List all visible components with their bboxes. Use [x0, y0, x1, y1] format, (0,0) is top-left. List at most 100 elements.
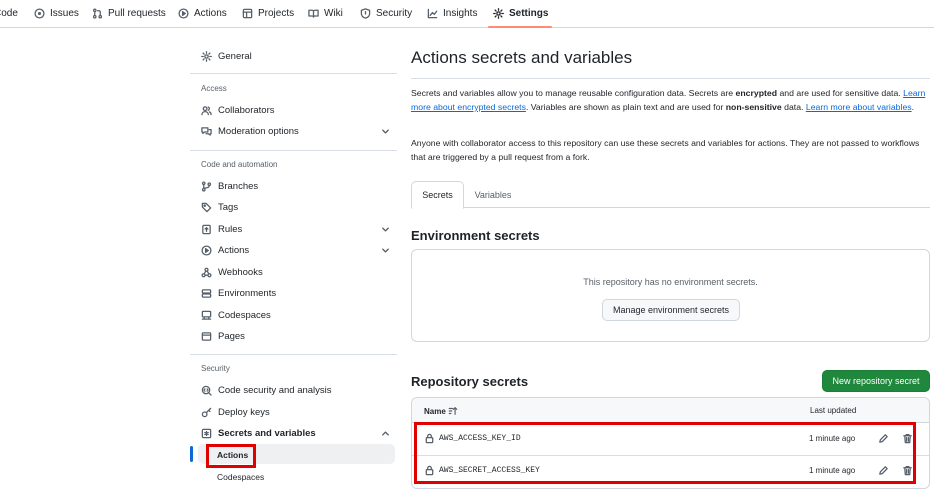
sidebar-divider	[190, 354, 397, 355]
sidebar-item-pages[interactable]: Pages	[201, 327, 391, 345]
sidebar-item-webhooks[interactable]: Webhooks	[201, 263, 391, 281]
column-header-last-updated: Last updated	[810, 406, 857, 415]
tab-secrets[interactable]: Secrets	[411, 181, 464, 209]
description-text: . Variables are shown as plain text and …	[525, 102, 726, 112]
sidebar-item-label: Code security and analysis	[218, 384, 332, 396]
sidebar-item-environments[interactable]: Environments	[201, 284, 391, 302]
tab-projects-label: Projects	[258, 8, 295, 19]
pull-request-icon	[91, 8, 103, 20]
new-repository-secret-button[interactable]: New repository secret	[822, 370, 930, 392]
gear-icon	[492, 8, 504, 20]
description: Secrets and variables allow you to manag…	[411, 86, 931, 114]
chevron-down-icon	[382, 227, 389, 232]
book-icon	[307, 8, 319, 20]
table-header: Name Last updated	[412, 398, 929, 423]
graph-icon	[426, 8, 438, 20]
title-divider	[411, 78, 930, 79]
column-header-name-label: Name	[424, 407, 446, 416]
server-icon	[201, 288, 212, 298]
sidebar-item-general[interactable]: General	[201, 47, 391, 65]
sidebar-item-label: Moderation options	[218, 125, 299, 137]
branch-icon	[201, 180, 212, 192]
tab-issues-label: Issues	[50, 8, 79, 19]
sidebar-item-label: Tags	[218, 201, 239, 213]
annotation-highlight-secrets	[414, 422, 916, 484]
repo-nav: Code Issues Pull requests Actions Projec…	[0, 0, 934, 28]
tab-pull-requests-label: Pull requests	[108, 8, 166, 19]
manage-environment-secrets-label: Manage environment secrets	[612, 305, 730, 315]
environment-secrets-panel: This repository has no environment secre…	[411, 249, 930, 342]
sidebar-item-branches[interactable]: Branches	[201, 177, 391, 195]
column-header-name[interactable]: Name	[424, 406, 458, 416]
sidebar-heading-access: Access	[201, 84, 227, 93]
sidebar-item-tags[interactable]: Tags	[201, 198, 391, 216]
sidebar-item-label: Pages	[218, 330, 245, 342]
play-icon	[177, 8, 189, 20]
sidebar-divider	[190, 150, 397, 151]
sidebar-item-label: Rules	[218, 223, 243, 235]
sidebar-item-label: Secrets and variables	[218, 427, 316, 439]
description-emphasis: encrypted	[735, 88, 778, 98]
new-repository-secret-label: New repository secret	[832, 376, 920, 386]
sidebar-item-codespaces[interactable]: Codespaces	[201, 306, 391, 324]
sidebar-active-indicator	[190, 446, 193, 462]
browser-icon	[201, 331, 212, 341]
sidebar-item-label: Codespaces	[218, 309, 271, 321]
comment-discussion-icon	[201, 126, 212, 136]
manage-environment-secrets-button[interactable]: Manage environment secrets	[602, 299, 740, 321]
tab-variables[interactable]: Variables	[464, 181, 522, 208]
chevron-down-icon	[382, 129, 389, 134]
tag-icon	[201, 202, 212, 212]
webhook-icon	[201, 267, 212, 277]
tab-variables-label: Variables	[474, 189, 512, 200]
tab-code-label: Code	[0, 8, 18, 19]
tab-pull-requests[interactable]: Pull requests	[91, 0, 166, 27]
sidebar-item-label: General	[218, 50, 252, 62]
tab-issues[interactable]: Issues	[33, 0, 79, 27]
sort-icon	[448, 407, 458, 415]
tab-projects[interactable]: Projects	[241, 0, 294, 27]
sidebar-item-deploy-keys[interactable]: Deploy keys	[201, 403, 391, 421]
shield-icon	[359, 8, 371, 20]
tab-actions[interactable]: Actions	[177, 0, 227, 27]
description-emphasis: non-sensitive	[725, 102, 782, 112]
key-icon	[201, 407, 212, 417]
sidebar-item-moderation[interactable]: Moderation options	[201, 122, 391, 140]
sidebar-heading-code-automation: Code and automation	[201, 160, 278, 169]
sidebar-divider	[190, 73, 397, 74]
sidebar-item-collaborators[interactable]: Collaborators	[201, 101, 391, 119]
environment-secrets-heading: Environment secrets	[411, 228, 540, 243]
people-icon	[201, 105, 212, 115]
chevron-down-icon	[382, 248, 389, 253]
description-text: data.	[781, 102, 806, 112]
tab-secrets-label: Secrets	[422, 190, 453, 200]
description-text: Secrets and variables allow you to manag…	[411, 88, 736, 98]
sidebar-item-label: Branches	[218, 180, 259, 192]
tab-settings[interactable]: Settings	[487, 0, 553, 28]
sidebar-sub-item-codespaces[interactable]: Codespaces	[217, 472, 264, 482]
description-text: .	[911, 102, 915, 112]
play-icon	[201, 244, 212, 256]
learn-more-variables-link[interactable]: Learn more about variables	[806, 102, 912, 112]
tab-code[interactable]: Code	[0, 0, 18, 27]
collaborator-notice: Anyone with collaborator access to this …	[411, 138, 920, 162]
chevron-up-icon	[382, 431, 389, 436]
sidebar-item-code-security[interactable]: Code security and analysis	[201, 381, 391, 399]
secrets-variables-tabs: Secrets Variables	[411, 181, 930, 209]
sidebar-item-label: Environments	[218, 287, 277, 299]
tab-wiki[interactable]: Wiki	[307, 0, 343, 27]
sidebar-item-rules[interactable]: Rules	[201, 220, 391, 238]
sidebar-item-secrets-variables[interactable]: Secrets and variables	[201, 424, 391, 442]
sidebar-item-actions[interactable]: Actions	[201, 241, 391, 259]
sidebar-heading-security: Security	[201, 364, 230, 373]
codespaces-icon	[201, 310, 212, 320]
repository-secrets-heading: Repository secrets	[411, 374, 529, 389]
tab-security[interactable]: Security	[359, 0, 412, 27]
tab-settings-label: Settings	[509, 8, 549, 19]
repo-push-icon	[202, 224, 211, 234]
tab-wiki-label: Wiki	[324, 8, 343, 19]
tab-insights[interactable]: Insights	[426, 0, 477, 27]
key-asterisk-icon	[201, 428, 212, 438]
tab-security-label: Security	[376, 8, 413, 19]
sidebar-item-label: Webhooks	[218, 266, 263, 278]
